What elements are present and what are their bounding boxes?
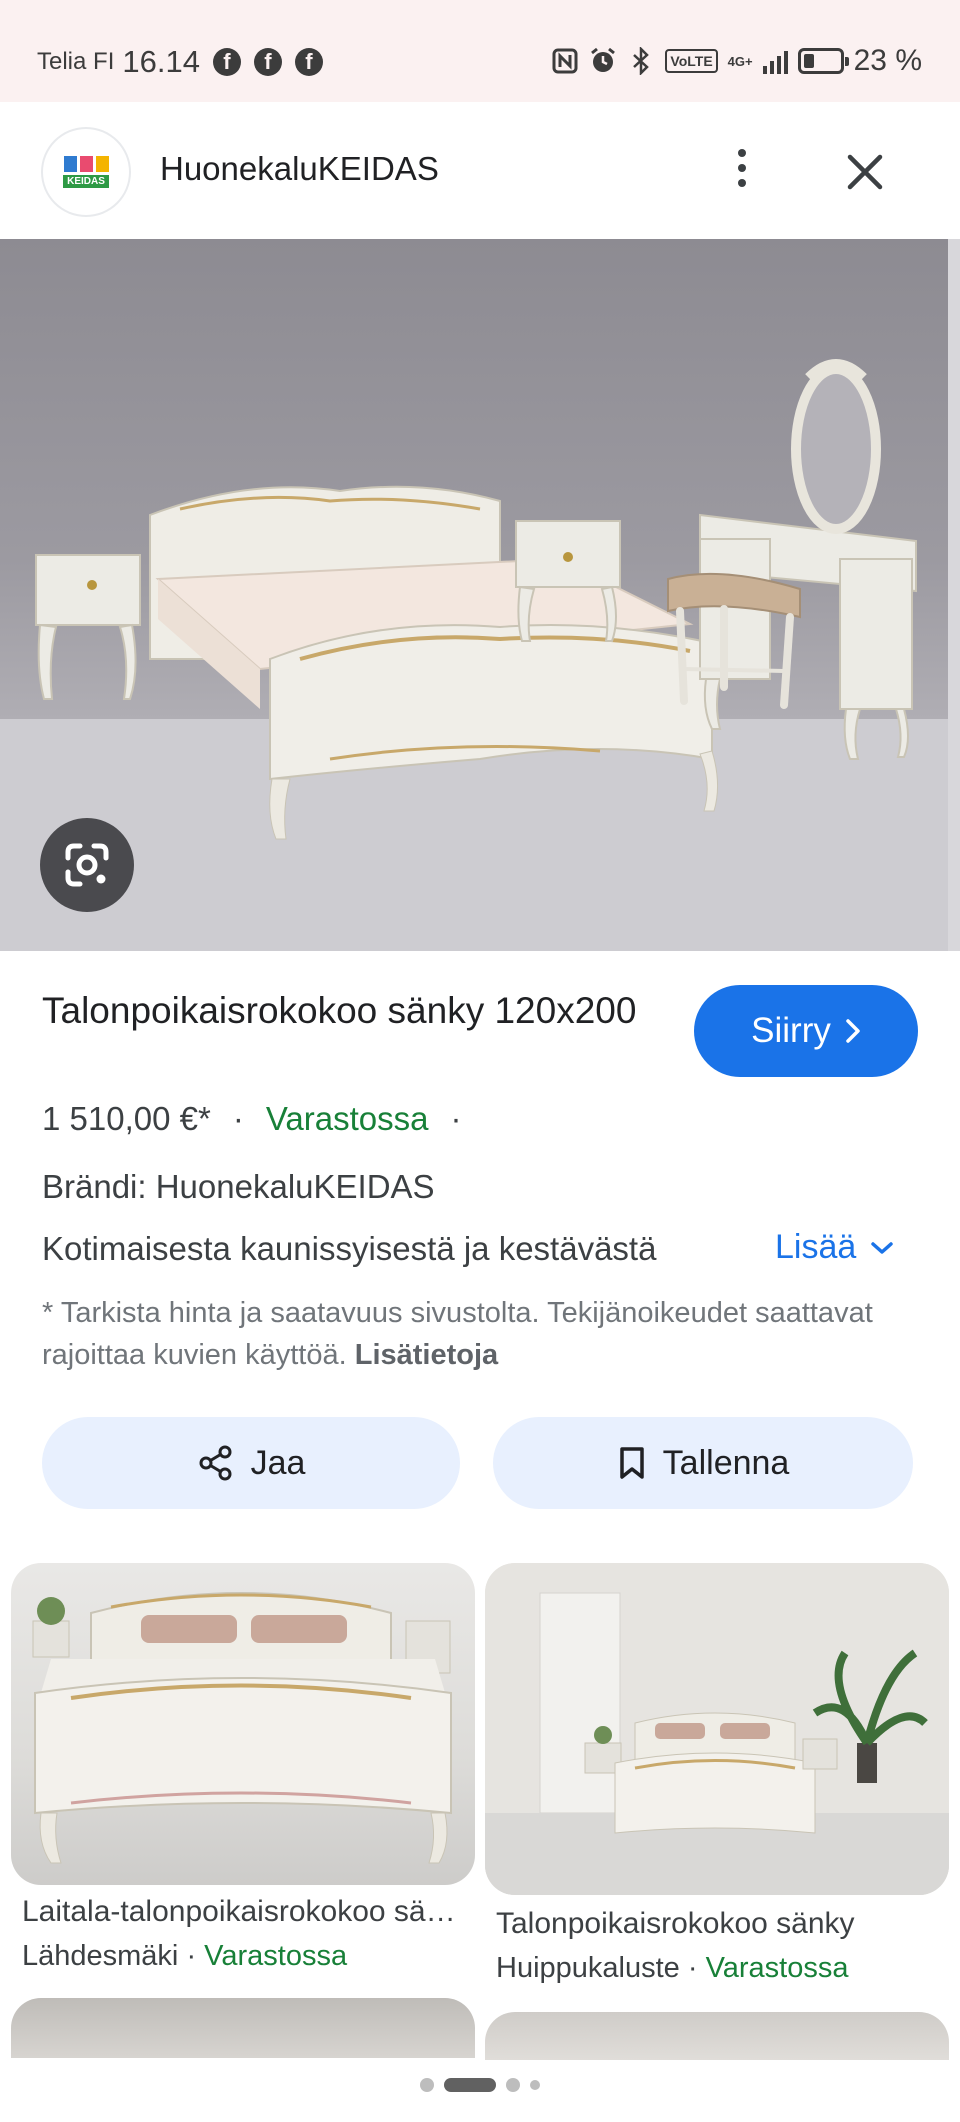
more-options-button[interactable] <box>718 144 766 192</box>
show-more-button[interactable]: Lisää <box>775 1228 894 1267</box>
separator-dot: · <box>232 1100 244 1137</box>
related-bed-room-illustration <box>485 1563 949 1895</box>
signal-icon <box>762 48 788 74</box>
battery-icon <box>797 48 849 74</box>
learn-more-link[interactable]: Lisätietoja <box>355 1339 498 1371</box>
page-dot-active <box>444 2078 496 2092</box>
share-label: Jaa <box>250 1443 306 1482</box>
related-availability: Varastossa <box>204 1940 348 1972</box>
more-dot <box>738 179 746 187</box>
disclaimer: * Tarkista hinta ja saatavuus sivustolta… <box>42 1292 922 1376</box>
related-title[interactable]: Laitala-talonpoikaisrokokoo sänky <box>22 1895 462 1929</box>
close-button[interactable] <box>840 147 890 197</box>
availability: Varastossa <box>265 1100 429 1137</box>
product-title: Talonpoikaisrokokoo sänky 120x200 <box>42 990 637 1031</box>
alarm-icon <box>589 47 617 75</box>
separator-dot: · <box>450 1100 462 1137</box>
related-seller: Lähdesmäki <box>22 1940 179 1972</box>
clock: 16.14 <box>122 44 200 79</box>
scroll-edge <box>948 239 960 951</box>
save-button[interactable]: Tallenna <box>493 1417 913 1509</box>
product-description: Kotimaisesta kaunissyisestä ja kestäväst… <box>42 1230 657 1267</box>
site-logo[interactable]: KEIDAS <box>43 129 129 215</box>
separator-dot: · <box>687 1952 706 1984</box>
related-bed-illustration <box>32 1592 452 1864</box>
logo-blocks <box>63 156 109 172</box>
related-meta: Huippukaluste · Varastossa <box>496 1952 849 1985</box>
google-lens-button[interactable] <box>40 818 134 912</box>
visit-site-label: Siirry <box>751 1011 831 1050</box>
page-dot <box>530 2080 540 2090</box>
more-dot <box>738 149 746 157</box>
nfc-icon <box>551 47 579 75</box>
price-row: 1 510,00 €* · Varastossa · <box>42 1100 483 1138</box>
close-icon <box>847 154 883 190</box>
visit-site-button[interactable]: Siirry <box>694 985 918 1077</box>
status-right: VoLTE 4G+ 23 % <box>551 44 922 78</box>
related-meta: Lähdesmäki · Varastossa <box>22 1940 347 1973</box>
show-more-label: Lisää <box>775 1228 857 1266</box>
chevron-right-icon <box>846 1019 860 1043</box>
site-name[interactable]: HuonekaluKEIDAS <box>160 150 439 188</box>
logo-text: KEIDAS <box>63 175 109 188</box>
chevron-down-icon <box>871 1241 894 1254</box>
bookmark-icon <box>619 1447 644 1479</box>
volte-badge: VoLTE <box>665 49 718 73</box>
page-dot <box>420 2078 434 2092</box>
share-icon <box>199 1445 232 1481</box>
page-dot <box>506 2078 520 2092</box>
bluetooth-icon <box>627 47 655 75</box>
bedroom-set-illustration <box>0 359 960 951</box>
related-result-image[interactable] <box>11 1998 475 2058</box>
price: 1 510,00 €* <box>42 1100 211 1137</box>
related-result-image[interactable] <box>485 2012 949 2060</box>
carrier-label: Telia FI <box>37 48 115 75</box>
product-image[interactable] <box>0 239 960 951</box>
more-dot <box>738 164 746 172</box>
network-type: 4G+ <box>727 53 753 69</box>
page-indicator <box>0 2078 960 2092</box>
status-bar: Telia FI 16.14 f f f VoLTE 4G+ 23 % <box>0 0 960 102</box>
related-result-image[interactable] <box>485 1563 949 1895</box>
facebook-icon: f <box>253 48 282 76</box>
related-result-image[interactable] <box>11 1563 475 1885</box>
related-seller: Huippukaluste <box>496 1952 680 1984</box>
facebook-icon: f <box>294 48 323 76</box>
status-left: Telia FI 16.14 f f f <box>37 44 323 80</box>
related-title[interactable]: Talonpoikaisrokokoo sänky <box>496 1907 936 1941</box>
lens-icon <box>65 843 109 887</box>
related-availability: Varastossa <box>705 1952 849 1984</box>
brand-label: Brändi: HuonekaluKEIDAS <box>42 1168 435 1205</box>
app-bar: KEIDAS HuonekaluKEIDAS <box>0 102 960 239</box>
save-label: Tallenna <box>662 1443 790 1482</box>
share-button[interactable]: Jaa <box>42 1417 460 1509</box>
battery-percent: 23 % <box>853 44 922 77</box>
separator-dot: · <box>186 1940 205 1972</box>
facebook-icon: f <box>212 48 241 76</box>
